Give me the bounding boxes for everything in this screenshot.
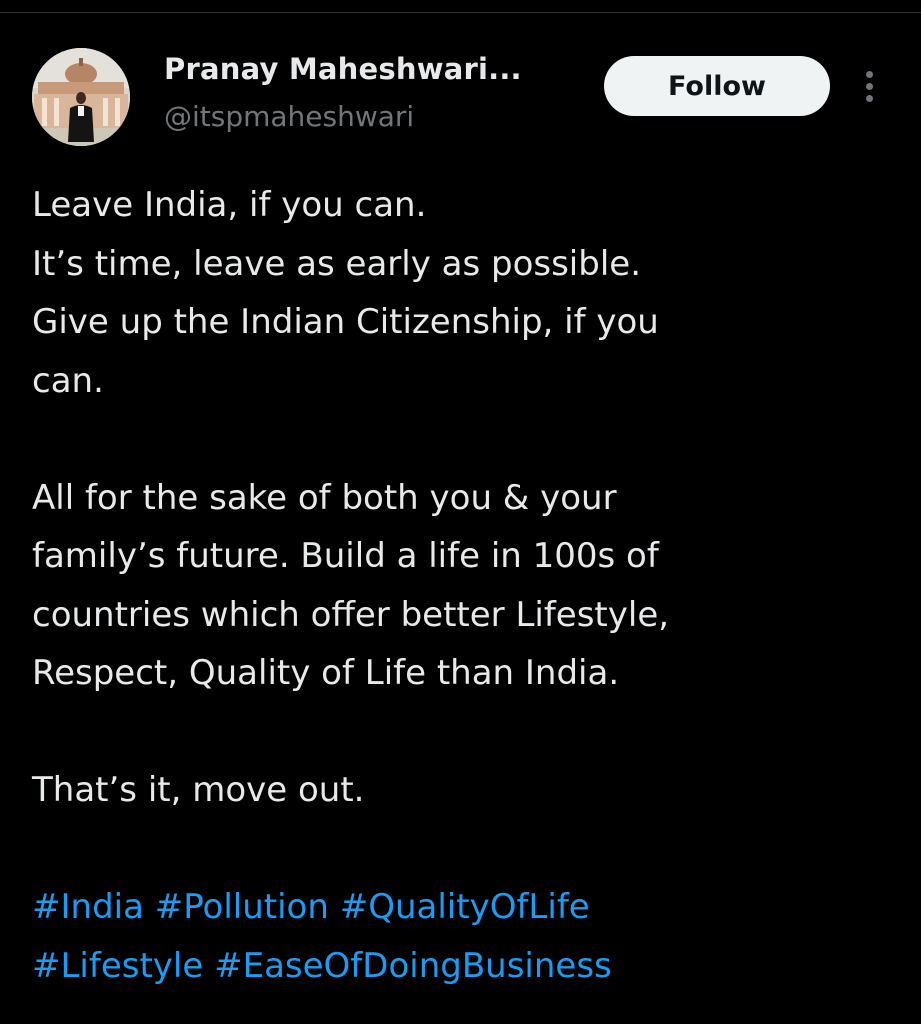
author-handle[interactable]: @itspmaheshwari (164, 100, 414, 133)
tweet-text: Leave India, if you can. It’s time, leav… (32, 176, 892, 995)
hashtag-link[interactable]: #EaseOfDoingBusiness (214, 946, 612, 986)
follow-button[interactable]: Follow (604, 56, 830, 116)
tweet-line: Give up the Indian Citizenship, if you (32, 302, 659, 342)
hashtag-link[interactable]: #Pollution (155, 887, 329, 927)
more-dot (865, 82, 873, 90)
top-divider (0, 12, 921, 13)
hashtag-line: #Lifestyle #EaseOfDoingBusiness (32, 937, 892, 996)
more-dot (865, 94, 873, 102)
tweet-line: countries which offer better Lifestyle, (32, 594, 670, 635)
avatar-image (32, 48, 130, 146)
more-vertical-icon[interactable] (854, 64, 884, 108)
tweet-line: Respect, Quality of Life than India. (32, 653, 620, 693)
hashtag-link[interactable]: #India (32, 887, 144, 927)
tweet-line: That’s it, move out. (32, 770, 365, 810)
tweet-line: can. (32, 360, 104, 401)
tweet-line: It’s time, leave as early as possible. (32, 243, 641, 284)
author-display-name[interactable]: Pranay Maheshwari... (164, 52, 522, 86)
tweet-line: Leave India, if you can. (32, 185, 427, 225)
tweet-line: family’s future. Build a life in 100s of (32, 536, 659, 576)
hashtag-line: #India #Pollution #QualityOfLife (32, 878, 892, 937)
tweet-line: All for the sake of both you & your (32, 477, 617, 518)
hashtag-link[interactable]: #Lifestyle (32, 946, 203, 986)
more-dot (865, 70, 873, 78)
hashtag-link[interactable]: #QualityOfLife (340, 887, 590, 927)
avatar[interactable] (32, 48, 130, 146)
